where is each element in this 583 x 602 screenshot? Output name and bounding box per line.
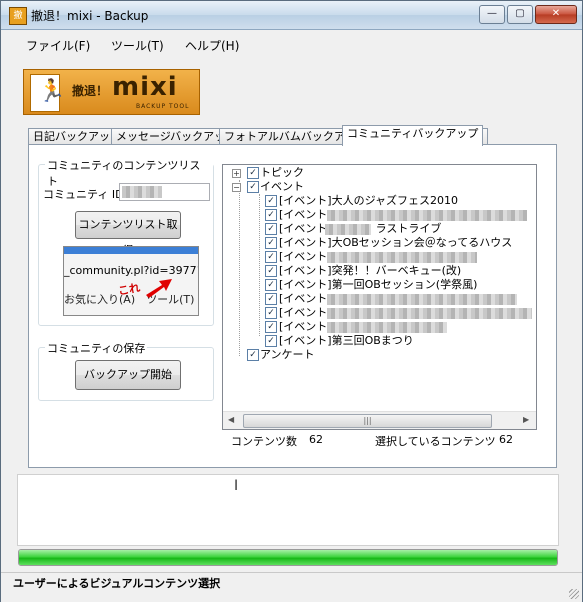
checkbox-checked-icon[interactable]: ✓ — [247, 167, 259, 179]
app-icon[interactable]: 撤 — [9, 7, 27, 25]
event-item-label: [イベント] — [279, 320, 332, 333]
hint-screenshot: _community.pl?id=3977182 お気に入り(A) ツール(T)… — [63, 246, 199, 316]
tree-event-item[interactable]: ✓ [イベント] — [265, 292, 535, 306]
red-arrow-icon — [146, 279, 172, 298]
log-area[interactable] — [17, 474, 559, 546]
checkbox-checked-icon[interactable]: ✓ — [265, 335, 277, 347]
blurred-text — [327, 308, 532, 319]
scroll-right-icon[interactable]: ▶ — [523, 415, 529, 424]
community-id-value-blurred — [122, 186, 162, 198]
minimize-button[interactable]: — — [479, 5, 505, 24]
selected-content-label: 選択しているコンテンツ — [375, 435, 496, 448]
status-text: ユーザーによるビジュアルコンテンツ選択 — [13, 577, 221, 590]
tree-event-item[interactable]: ✓ [イベント]第三回OBまつり — [265, 334, 535, 348]
content-tree[interactable]: + ✓ トピック − ✓ イベント ✓ [イベント]大人のジャズフェス2010 … — [222, 164, 537, 430]
tree-event-item[interactable]: ✓ [イベント] — [265, 320, 535, 334]
tree-event-item[interactable]: ✓ [イベント] ラストライブ — [265, 222, 535, 236]
tree-event-item[interactable]: ✓ [イベント]突発！！バーベキュー(改) — [265, 264, 535, 278]
logo-text-big: mixi — [112, 72, 178, 102]
event-item-label: [イベント] — [279, 208, 332, 221]
tree-node-label: イベント — [260, 180, 304, 193]
checkbox-checked-icon[interactable]: ✓ — [265, 307, 277, 319]
resize-grip-icon[interactable] — [569, 589, 579, 599]
tree-node-label: アンケート — [260, 348, 315, 361]
tree-event-item[interactable]: ✓ [イベント] — [265, 306, 535, 320]
app-logo: 🏃 撤退！ mixi BACKUP TOOL — [23, 69, 200, 115]
tree-event-item[interactable]: ✓ [イベント]大人のジャズフェス2010 — [265, 194, 535, 208]
tree-node-label: トピック — [260, 166, 304, 179]
app-window: 撤 撤退！mixi - Backup — ▢ ✕ ファイル(F) ツール(T) … — [0, 0, 583, 602]
checkbox-checked-icon[interactable]: ✓ — [265, 265, 277, 277]
logo-text-small: 撤退！ — [72, 84, 109, 98]
tree-event-item[interactable]: ✓ [イベント] — [265, 250, 535, 264]
progress-fill — [19, 550, 557, 565]
checkbox-checked-icon[interactable]: ✓ — [265, 209, 277, 221]
checkbox-checked-icon[interactable]: ✓ — [265, 279, 277, 291]
tree-node-topic[interactable]: + ✓ トピック — [231, 166, 521, 180]
close-button[interactable]: ✕ — [535, 5, 577, 24]
exit-runner-icon: 🏃 — [30, 74, 65, 112]
event-item-label: [イベント]大人のジャズフェス2010 — [279, 194, 459, 207]
selected-content-value: 62 — [499, 433, 513, 446]
event-item-label: [イベント]第三回OBまつり — [279, 334, 414, 347]
expand-icon[interactable]: + — [232, 169, 241, 178]
tab-community[interactable]: コミュニティバックアップ — [342, 125, 484, 146]
menu-file[interactable]: ファイル(F) — [26, 37, 90, 54]
scroll-left-icon[interactable]: ◀ — [228, 415, 234, 424]
event-item-label: [イベント]突発！！バーベキュー(改) — [279, 264, 462, 277]
checkbox-checked-icon[interactable]: ✓ — [265, 195, 277, 207]
status-bar: ユーザーによるビジュアルコンテンツ選択 — [1, 572, 582, 602]
content-count-label: コンテンツ数 — [231, 435, 297, 448]
menu-tools[interactable]: ツール(T) — [111, 37, 164, 54]
checkbox-checked-icon[interactable]: ✓ — [247, 349, 259, 361]
start-backup-button[interactable]: バックアップ開始 — [75, 360, 181, 390]
checkbox-checked-icon[interactable]: ✓ — [247, 181, 259, 193]
checkbox-checked-icon[interactable]: ✓ — [265, 223, 277, 235]
blurred-text — [325, 224, 371, 235]
save-group-title: コミュニティの保存 — [45, 340, 148, 356]
blurred-text — [327, 322, 447, 333]
collapse-icon[interactable]: − — [232, 183, 241, 192]
community-id-input[interactable] — [119, 183, 210, 201]
checkbox-checked-icon[interactable]: ✓ — [265, 251, 277, 263]
blurred-text — [327, 210, 527, 221]
scrollbar-thumb[interactable]: ||| — [243, 414, 492, 428]
tree-node-event[interactable]: − ✓ イベント — [231, 180, 521, 194]
maximize-button[interactable]: ▢ — [507, 5, 533, 24]
text-cursor-icon: I — [234, 478, 239, 494]
menu-help[interactable]: ヘルプ(H) — [185, 37, 239, 54]
event-item-label: [イベント]大OBセッション会＠なってるハウス — [279, 236, 513, 249]
window-title: 撤退！mixi - Backup — [31, 9, 149, 23]
tree-event-item[interactable]: ✓ [イベント]大OBセッション会＠なってるハウス — [265, 236, 535, 250]
content-count-value: 62 — [309, 433, 323, 446]
menu-bar: ファイル(F) ツール(T) ヘルプ(H) — [1, 30, 582, 58]
horizontal-scrollbar[interactable]: ◀ ||| ▶ — [223, 411, 536, 429]
event-item-label: [イベント] — [279, 306, 332, 319]
tree-node-survey[interactable]: ✓ アンケート — [231, 348, 521, 362]
event-item-label: [イベント]第一回OBセッション(学祭風) — [279, 278, 478, 291]
checkbox-checked-icon[interactable]: ✓ — [265, 321, 277, 333]
fetch-content-list-button[interactable]: コンテンツリスト取得 — [75, 211, 181, 257]
tree-event-item[interactable]: ✓ [イベント]第一回OBセッション(学祭風) — [265, 278, 535, 292]
event-item-label: [イベント] — [279, 292, 332, 305]
hint-url-text: _community.pl?id=3977182 — [64, 264, 198, 277]
blurred-text — [327, 252, 477, 263]
checkbox-checked-icon[interactable]: ✓ — [265, 293, 277, 305]
tree-event-item[interactable]: ✓ [イベント] — [265, 208, 535, 222]
community-id-label: コミュニティ ID — [43, 188, 124, 201]
checkbox-checked-icon[interactable]: ✓ — [265, 237, 277, 249]
hint-browser-bar — [64, 247, 198, 254]
title-bar[interactable]: 撤 撤退！mixi - Backup — ▢ ✕ — [1, 1, 582, 30]
blurred-text — [327, 294, 517, 305]
event-item-label: [イベント] — [279, 250, 332, 263]
progress-bar — [18, 549, 558, 566]
logo-text-tiny: BACKUP TOOL — [136, 103, 190, 110]
tree-guide-line — [239, 180, 240, 356]
tree-guide-line-events — [259, 194, 260, 336]
